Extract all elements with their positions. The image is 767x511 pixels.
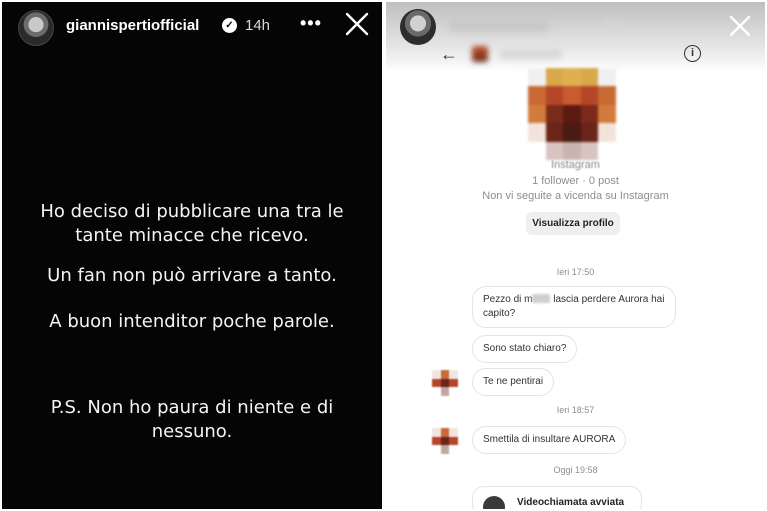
video-call-card[interactable]: Videochiamata avviata <box>472 486 642 509</box>
video-call-label: Videochiamata avviata <box>517 497 625 508</box>
story-avatar-right[interactable] <box>400 9 436 45</box>
message-timestamp: Ieri 18:57 <box>556 405 595 415</box>
verified-badge-icon: ✓ <box>222 18 237 33</box>
story-text-line-3: A buon intenditor poche parole. <box>49 311 335 332</box>
story-text-line-1: Ho deciso di pubblicare una tra le tante… <box>40 201 344 246</box>
story-panel: giannispertiofficial ✓ 14h ••• Ho deciso… <box>2 2 382 509</box>
profile-source-label: Instagram <box>551 159 600 171</box>
story-text-line-4: P.S. Non ho paura di niente e di nessuno… <box>50 397 334 442</box>
message-timestamp: Oggi 19:58 <box>553 465 598 475</box>
message-bubble[interactable]: Smettila di insultare AURORA <box>472 426 627 454</box>
message-timestamp: Ieri 17:50 <box>556 267 595 277</box>
sender-avatar[interactable] <box>432 428 458 454</box>
chat-header-avatar[interactable] <box>472 46 488 62</box>
pixelated-profile-picture <box>528 68 616 160</box>
status-bar-battery: 92% <box>604 18 627 30</box>
close-icon[interactable] <box>342 9 372 39</box>
back-arrow-icon[interactable]: ← <box>440 44 458 65</box>
blurred-username <box>450 18 548 32</box>
mutual-follow-status: Non vi seguite a vicenda su Instagram <box>482 190 669 202</box>
story-avatar[interactable] <box>18 10 54 46</box>
story-text-line-2: Un fan non può arrivare a tanto. <box>47 265 337 286</box>
story-time: 14h <box>245 17 271 34</box>
more-options-icon[interactable]: ••• <box>300 13 322 34</box>
followers-count: 1 follower · 0 post <box>532 175 619 187</box>
info-icon[interactable]: i <box>684 45 701 62</box>
message-bubble[interactable]: Pezzo di m lascia perdere Aurora hai cap… <box>472 286 676 328</box>
message-bubble[interactable]: Te ne pentirai <box>472 368 555 396</box>
censored-word <box>532 294 551 303</box>
video-call-icon <box>483 496 505 509</box>
story-username[interactable]: giannispertiofficial <box>66 17 199 34</box>
chat-header-name-blurred[interactable] <box>500 49 562 59</box>
message-bubble[interactable]: Sono stato chiaro? <box>472 335 578 363</box>
view-profile-button[interactable]: Visualizza profilo <box>526 212 620 235</box>
close-icon-right[interactable] <box>726 12 754 40</box>
message-text-part: Pezzo di m <box>483 294 533 305</box>
dm-panel: 92% ← i Instagram 1 follower · 0 post No… <box>386 2 765 509</box>
sender-avatar[interactable] <box>432 370 458 396</box>
